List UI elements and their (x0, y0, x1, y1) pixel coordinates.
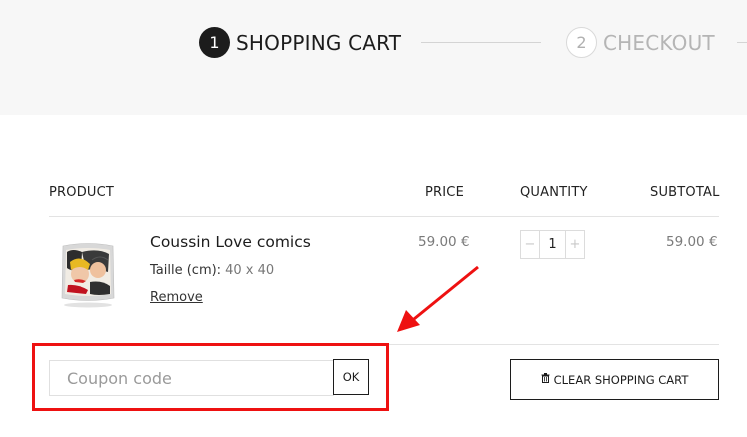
clear-shopping-cart-label: CLEAR SHOPPING CART (553, 372, 689, 387)
item-subtotal: 59.00 € (666, 234, 718, 250)
product-thumbnail[interactable] (58, 240, 118, 308)
variation-value: 40 x 40 (225, 263, 275, 278)
table-header-divider (49, 216, 719, 217)
quantity-stepper[interactable]: − 1 + (520, 230, 585, 259)
step-number-2: 2 (566, 27, 597, 58)
quantity-increase-button[interactable]: + (566, 231, 584, 258)
header-product: PRODUCT (49, 185, 115, 200)
product-variation: Taille (cm): 40 x 40 (150, 263, 274, 278)
clear-shopping-cart-button[interactable]: CLEAR SHOPPING CART (510, 359, 719, 400)
header-quantity: QUANTITY (520, 185, 588, 200)
quantity-input[interactable]: 1 (539, 231, 566, 258)
item-price: 59.00 € (418, 234, 470, 250)
trash-icon (541, 373, 550, 386)
step-connector (421, 42, 541, 43)
step-connector-right (737, 42, 747, 43)
remove-item-link[interactable]: Remove (150, 290, 203, 305)
step-number-1: 1 (199, 27, 230, 58)
step-checkout[interactable]: 2 CHECKOUT (566, 27, 715, 58)
header-price: PRICE (425, 185, 464, 200)
step-shopping-cart[interactable]: 1 SHOPPING CART (199, 27, 401, 58)
variation-label: Taille (cm): (150, 263, 222, 278)
header-subtotal: SUBTOTAL (650, 185, 720, 200)
product-name[interactable]: Coussin Love comics (150, 233, 311, 251)
annotation-highlight-box (32, 343, 389, 411)
quantity-decrease-button[interactable]: − (521, 231, 539, 258)
step-label-shopping-cart: SHOPPING CART (236, 30, 402, 55)
step-label-checkout: CHECKOUT (603, 30, 715, 55)
